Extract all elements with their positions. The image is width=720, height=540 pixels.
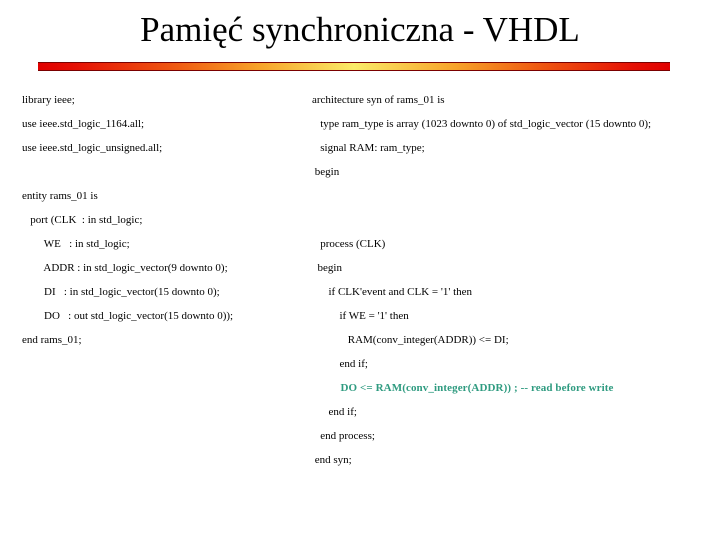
code-line: if WE = '1' then bbox=[312, 310, 409, 322]
title-divider-bar bbox=[38, 62, 670, 71]
code-line: process (CLK) bbox=[312, 238, 386, 250]
code-block-entity-declaration: library ieee; use ieee.std_logic_1164.all… bbox=[22, 88, 312, 352]
code-line: port (CLK : in std_logic; bbox=[22, 214, 143, 226]
slide-canvas: Pamięć synchroniczna - VHDL library ieee… bbox=[0, 0, 720, 540]
code-line: begin bbox=[312, 166, 340, 178]
page-title: Pamięć synchroniczna - VHDL bbox=[140, 10, 580, 49]
code-line: DO : out std_logic_vector(15 downto 0)); bbox=[22, 310, 234, 322]
code-line-highlighted: DO <= RAM(conv_integer(ADDR)) ; -- read … bbox=[312, 382, 614, 394]
code-line: library ieee; bbox=[22, 94, 75, 106]
code-line: RAM(conv_integer(ADDR)) <= DI; bbox=[312, 334, 509, 346]
code-line: type ram_type is array (1023 downto 0) o… bbox=[312, 118, 652, 130]
code-line: end if; bbox=[312, 406, 357, 418]
code-line: use ieee.std_logic_unsigned.all; bbox=[22, 142, 163, 154]
code-line: use ieee.std_logic_1164.all; bbox=[22, 118, 145, 130]
code-line: WE : in std_logic; bbox=[22, 238, 130, 250]
code-line: if CLK'event and CLK = '1' then bbox=[312, 286, 473, 298]
code-line: architecture syn of rams_01 is bbox=[312, 94, 445, 106]
code-line: end process; bbox=[312, 430, 375, 442]
code-line: DI : in std_logic_vector(15 downto 0); bbox=[22, 286, 220, 298]
code-line: entity rams_01 is bbox=[22, 190, 98, 202]
code-block-architecture-body: architecture syn of rams_01 is type ram_… bbox=[312, 88, 712, 472]
code-line: begin bbox=[312, 262, 342, 274]
code-line: end rams_01; bbox=[22, 334, 82, 346]
code-line: end syn; bbox=[312, 454, 352, 466]
code-line: end if; bbox=[312, 358, 368, 370]
code-line: ADDR : in std_logic_vector(9 downto 0); bbox=[22, 262, 228, 274]
code-line: signal RAM: ram_type; bbox=[312, 142, 425, 154]
